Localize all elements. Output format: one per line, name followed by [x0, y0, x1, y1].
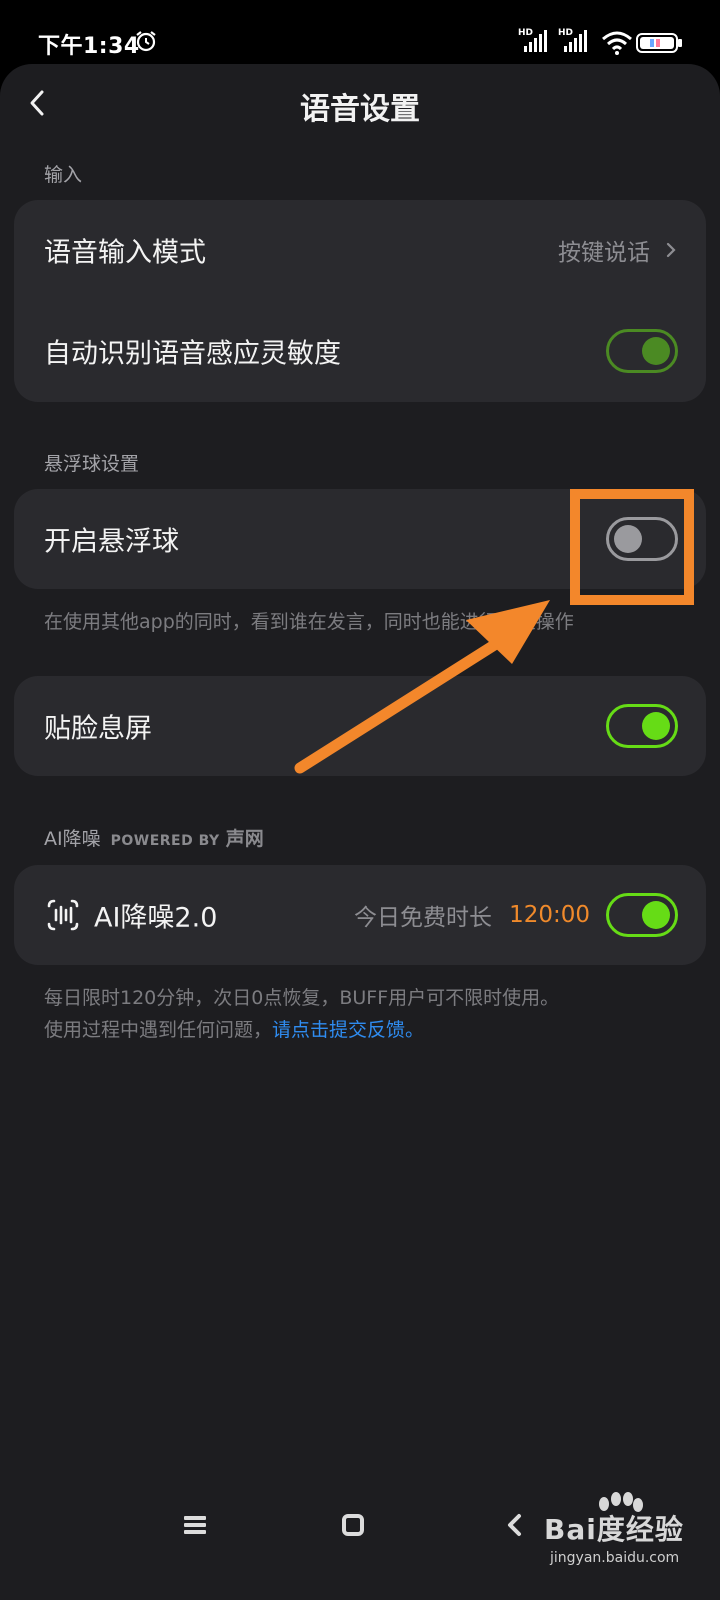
float-ball-label: 开启悬浮球: [44, 526, 179, 558]
svg-text:HD: HD: [518, 28, 533, 38]
menu-icon[interactable]: [180, 1510, 210, 1540]
svg-text:HD: HD: [558, 28, 573, 38]
baidu-watermark: Bai度经验 jingyan.baidu.com: [538, 1492, 718, 1592]
voice-input-mode-label: 语音输入模式: [44, 237, 206, 269]
ai-hint-line-2: 使用过程中遇到任何问题，请点击提交反馈。: [44, 1015, 424, 1042]
voice-input-mode-row[interactable]: 语音输入模式 按键说话: [14, 200, 706, 300]
signal-hd-icon: HD: [518, 28, 547, 52]
ai-noise-title: AI降噪2.0: [94, 902, 218, 934]
alarm-icon: [136, 31, 156, 52]
feedback-link[interactable]: 请点击提交反馈。: [272, 1019, 424, 1041]
pointer-arrow: [294, 600, 550, 774]
powered-by-text: POWERED BY: [110, 833, 220, 849]
toggle-knob: [642, 712, 670, 740]
ai-section-title: AI降噪: [44, 828, 101, 850]
status-time: 下午1:34: [38, 34, 140, 59]
ai-hint-line-1: 每日限时120分钟，次日0点恢复，BUFF用户可不限时使用。: [44, 987, 560, 1009]
face-screen-off-toggle[interactable]: [606, 704, 678, 748]
watermark-url: jingyan.baidu.com: [550, 1550, 680, 1566]
toggle-knob: [642, 337, 670, 365]
auto-sensitivity-label: 自动识别语音感应灵敏度: [44, 338, 341, 370]
battery-icon: [636, 33, 682, 53]
auto-sensitivity-toggle[interactable]: [606, 329, 678, 373]
face-screen-off-label: 贴脸息屏: [44, 713, 152, 745]
home-icon[interactable]: [338, 1510, 368, 1540]
section-label-float-ball: 悬浮球设置: [44, 453, 140, 475]
highlight-box: [570, 489, 694, 605]
voice-settings-screen: 语音设置 输入 语音输入模式 按键说话 自动识别语音感应灵敏度 悬浮球设置 开启…: [0, 64, 720, 1600]
back-icon[interactable]: [500, 1510, 530, 1540]
input-settings-card: 语音输入模式 按键说话 自动识别语音感应灵敏度: [14, 200, 706, 402]
watermark-text: Bai度经验: [544, 1513, 684, 1546]
auto-sensitivity-row: 自动识别语音感应灵敏度: [14, 301, 706, 401]
brand-name: 声网: [225, 828, 264, 850]
ai-noise-toggle[interactable]: [606, 893, 678, 937]
section-label-ai: AI降噪 POWERED BY 声网: [44, 824, 264, 851]
page-title: 语音设置: [300, 92, 420, 127]
free-time-value: 120:00: [509, 902, 590, 928]
soundwave-icon: [47, 899, 79, 931]
signal-hd-icon: HD: [558, 28, 587, 52]
ai-hint-prefix: 使用过程中遇到任何问题，: [44, 1019, 273, 1041]
voice-input-mode-value: 按键说话: [558, 240, 650, 266]
toggle-knob: [642, 901, 670, 929]
wifi-icon: [602, 31, 632, 55]
free-time-label: 今日免费时长: [354, 905, 492, 931]
chevron-right-icon: [666, 242, 676, 258]
ai-noise-row: AI降噪2.0 今日免费时长 120:00: [14, 865, 706, 965]
ai-noise-card: AI降噪2.0 今日免费时长 120:00: [14, 865, 706, 965]
section-label-input: 输入: [44, 164, 83, 186]
